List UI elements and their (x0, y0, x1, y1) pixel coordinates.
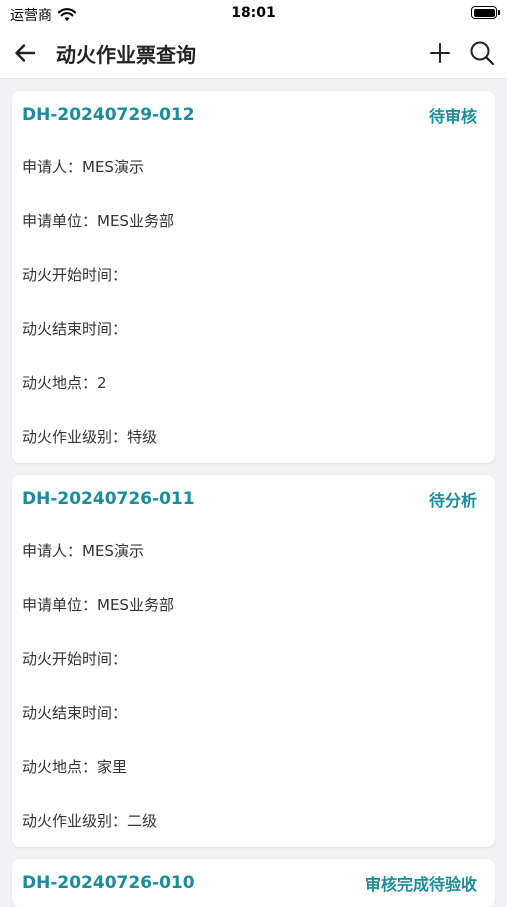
page-title: 动火作业票查询 (56, 42, 196, 67)
end-time-field: 动火结束时间： (22, 319, 128, 338)
start-time-field: 动火开始时间： (22, 649, 128, 668)
ticket-number: DH-20240729-012 (22, 105, 195, 125)
ticket-header: DH-20240726-011 待分析 (22, 475, 477, 523)
nav-actions (427, 40, 495, 66)
level-field: 动火作业级别：二级 (22, 811, 158, 830)
ticket-header: DH-20240729-012 待审核 (22, 91, 477, 139)
clock: 18:01 (231, 5, 276, 21)
ticket-card[interactable]: DH-20240726-011 待分析 申请人：MES演示 申请单位：MES业务… (12, 475, 495, 847)
ticket-number: DH-20240726-010 (22, 873, 195, 893)
arrow-left-icon[interactable] (12, 40, 38, 66)
plus-icon[interactable] (427, 40, 453, 66)
ticket-number: DH-20240726-011 (22, 489, 195, 509)
location-field: 动火地点：2 (22, 373, 107, 392)
location-field: 动火地点：家里 (22, 757, 128, 776)
level-field: 动火作业级别：特级 (22, 427, 158, 446)
battery-icon (471, 6, 500, 19)
ticket-list: DH-20240729-012 待审核 申请人：MES演示 申请单位：MES业务… (0, 79, 507, 907)
nav-bar: 动火作业票查询 (0, 28, 507, 79)
status-badge: 审核完成待验收 (364, 875, 477, 894)
department-field: 申请单位：MES业务部 (22, 211, 174, 230)
status-badge: 待审核 (428, 107, 477, 126)
applicant-field: 申请人：MES演示 (22, 541, 144, 560)
status-badge: 待分析 (428, 491, 477, 510)
end-time-field: 动火结束时间： (22, 703, 128, 722)
status-bar: 运营商 18:01 (0, 0, 507, 28)
search-icon[interactable] (469, 40, 495, 66)
start-time-field: 动火开始时间： (22, 265, 128, 284)
ticket-card[interactable]: DH-20240729-012 待审核 申请人：MES演示 申请单位：MES业务… (12, 91, 495, 463)
department-field: 申请单位：MES业务部 (22, 595, 174, 614)
applicant-field: 申请人：MES演示 (22, 157, 144, 176)
